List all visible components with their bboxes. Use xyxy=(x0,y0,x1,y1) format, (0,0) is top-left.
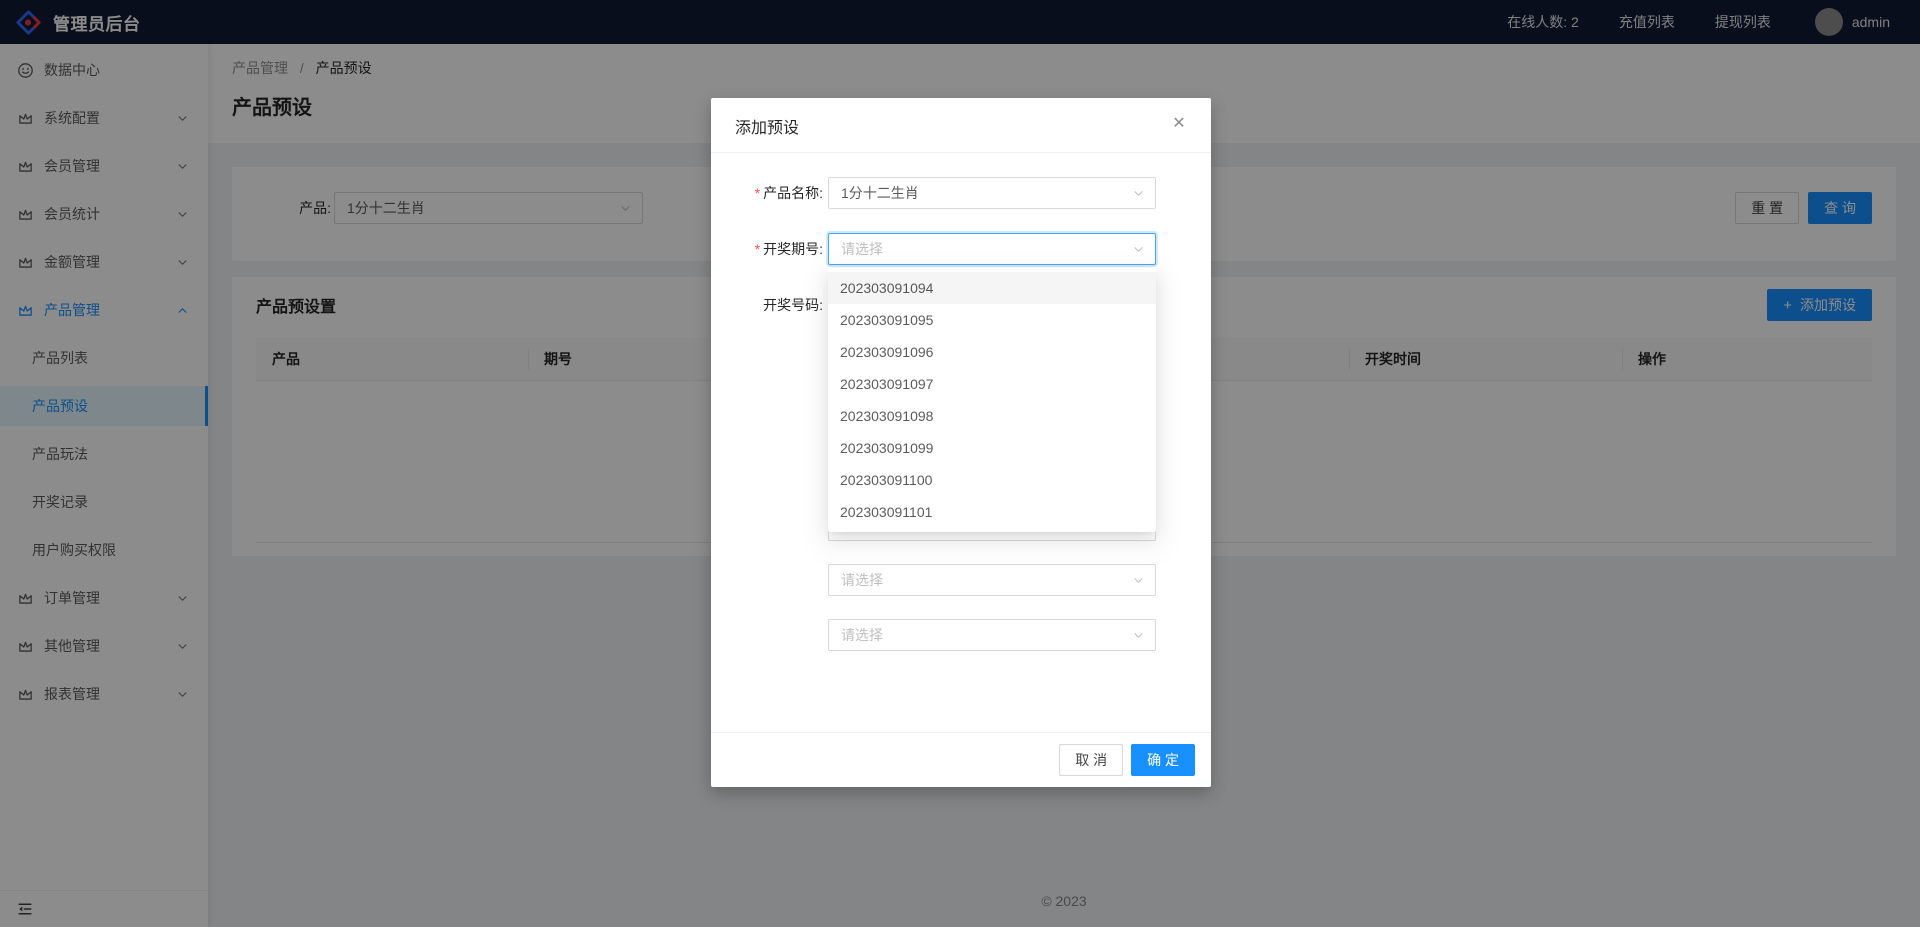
ok-button[interactable]: 确 定 xyxy=(1131,744,1195,776)
draw-issue-label: *开奖期号: xyxy=(735,233,823,265)
issue-dropdown: 202303091094 202303091095 202303091096 2… xyxy=(828,268,1156,532)
draw-issue-select[interactable]: 请选择 xyxy=(828,233,1156,265)
chevron-down-icon xyxy=(1133,575,1144,586)
draw-number-select-6[interactable]: 请选择 xyxy=(828,564,1156,596)
dropdown-option[interactable]: 202303091099 xyxy=(828,432,1156,464)
close-icon[interactable]: ✕ xyxy=(1168,113,1190,135)
draw-numbers-label: 开奖号码: xyxy=(735,289,823,674)
required-mark: * xyxy=(755,185,760,201)
chevron-down-icon xyxy=(1133,188,1144,199)
chevron-down-icon xyxy=(1133,244,1144,255)
dropdown-option[interactable]: 202303091101 xyxy=(828,496,1156,528)
draw-number-select-7[interactable]: 请选择 xyxy=(828,619,1156,651)
modal-footer: 取 消 确 定 xyxy=(711,732,1211,787)
product-name-value: 1分十二生肖 xyxy=(841,183,919,203)
cancel-button[interactable]: 取 消 xyxy=(1059,744,1123,776)
add-preset-modal: 添加预设 ✕ *产品名称: 1分十二生肖 *开奖期号: 请选择 开奖号码: xyxy=(711,98,1211,787)
dropdown-option[interactable]: 202303091094 xyxy=(828,272,1156,304)
modal-header: 添加预设 ✕ xyxy=(711,98,1211,153)
required-mark: * xyxy=(755,241,760,257)
draw-issue-placeholder: 请选择 xyxy=(841,239,883,259)
product-name-label: *产品名称: xyxy=(735,177,823,209)
dropdown-option[interactable]: 202303091100 xyxy=(828,464,1156,496)
modal-title: 添加预设 xyxy=(735,120,799,137)
product-name-row: *产品名称: 1分十二生肖 xyxy=(735,177,1187,209)
admin-backend-screen: 管理员后台 在线人数: 2 充值列表 提现列表 admin 数据中心 系统配置 … xyxy=(0,0,1920,927)
product-name-select[interactable]: 1分十二生肖 xyxy=(828,177,1156,209)
dropdown-option[interactable]: 202303091097 xyxy=(828,368,1156,400)
dropdown-option[interactable]: 202303091095 xyxy=(828,304,1156,336)
chevron-down-icon xyxy=(1133,630,1144,641)
dropdown-option[interactable]: 202303091096 xyxy=(828,336,1156,368)
draw-issue-row: *开奖期号: 请选择 xyxy=(735,233,1187,265)
dropdown-option[interactable]: 202303091098 xyxy=(828,400,1156,432)
